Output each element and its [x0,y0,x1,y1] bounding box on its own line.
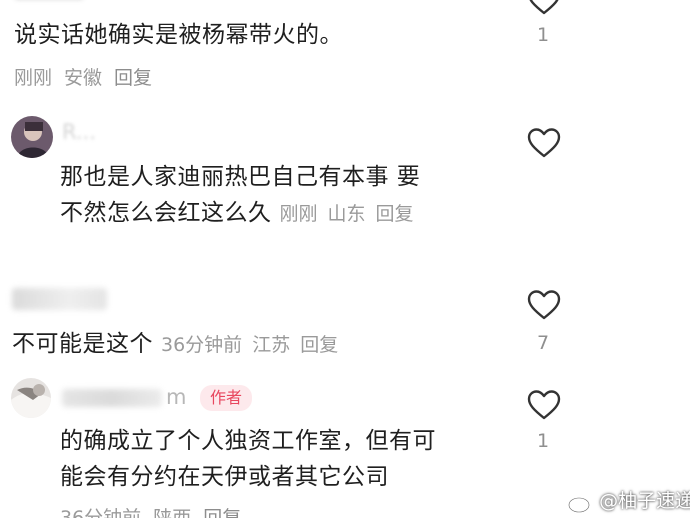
comment-text: 不可能是这个 [12,331,153,357]
comment-line2-row: 不然怎么会红这么久 刚刚 山东 回复 [60,196,424,230]
comment-location: 安徽 [64,67,103,89]
watermark-text: @柚子速递 [599,490,690,512]
comment-text: 说实话她确实是被杨幂带火的。 [14,22,343,48]
avatar-image [11,378,51,418]
reply-button[interactable]: 回复 [300,334,338,356]
like-count: 7 [536,332,550,354]
avatar-image [11,116,53,158]
comment-meta: 36分钟前 陕西 回复 [60,503,253,518]
like-count: 1 [536,24,550,46]
comment-row: 不可能是这个 36分钟前 江苏 回复 [12,327,348,361]
comment-time: 36分钟前 [161,334,243,356]
reply-button[interactable]: 回复 [203,507,241,518]
comment-meta: 36分钟前 江苏 回复 [161,334,348,356]
comment-list: 说实话她确实是被杨幂带火的。 1 刚刚 安徽 回复 R... 那也是人家迪丽热巴自己… [0,0,690,518]
comment-meta: 刚刚 安徽 回复 [14,63,164,90]
comment-time: 刚刚 [279,203,318,225]
comment-location: 江苏 [252,334,291,356]
comment-location: 山东 [327,203,366,225]
comment-text-line1: 的确成立了个人独资工作室，但有可 [60,428,436,454]
avatar[interactable] [11,378,51,418]
comment-text-line2: 能会有分约在天伊或者其它公司 [60,464,389,490]
watermark: @柚子速递 [568,486,690,514]
like-heart-icon[interactable] [526,0,562,16]
reply-button[interactable]: 回复 [376,203,414,225]
username[interactable]: R... [62,120,96,144]
comment-text-line2: 不然怎么会红这么久 [60,200,272,226]
like-heart-icon[interactable] [526,389,562,421]
comment-location: 陕西 [153,507,192,518]
like-count: 1 [536,430,550,452]
like-heart-icon[interactable] [526,127,562,159]
username-blurred[interactable] [62,389,162,409]
weibo-logo-icon [568,493,593,513]
comment-text-line1: 那也是人家迪丽热巴自己有本事 要 [60,164,421,190]
cutoff-username [14,0,94,4]
comment-time: 刚刚 [14,67,53,89]
like-heart-icon[interactable] [526,289,562,321]
comment-meta: 刚刚 山东 回复 [280,203,424,225]
comment-time: 36分钟前 [60,507,142,518]
avatar[interactable] [11,116,53,158]
username-tail: m [166,385,187,409]
username-blurred[interactable] [12,288,107,310]
author-badge: 作者 [200,385,253,411]
reply-button[interactable]: 回复 [114,67,152,89]
